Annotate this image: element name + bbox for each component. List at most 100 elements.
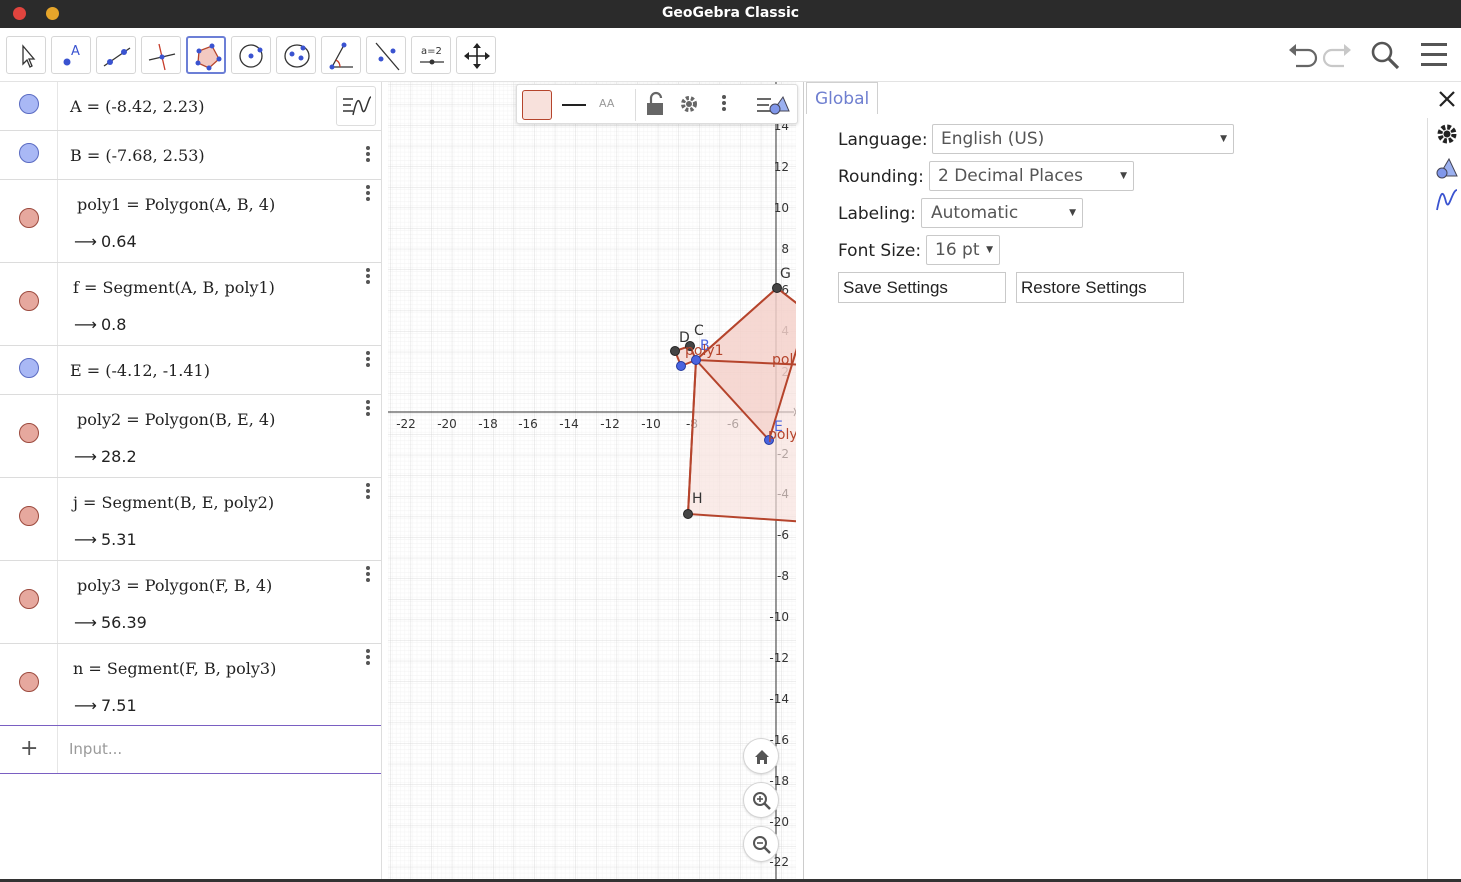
- point-D[interactable]: [670, 346, 680, 356]
- algebra-definition[interactable]: poly2 = Polygon(B, E, 4): [77, 410, 275, 429]
- input-placeholder[interactable]: Input...: [69, 740, 122, 758]
- labeling-value: Automatic: [931, 203, 1019, 223]
- algebra-row-A[interactable]: A = (-8.42, 2.23): [0, 82, 381, 131]
- algebra-row-f[interactable]: f = Segment(A, B, poly1) ⟶ 0.8: [0, 263, 381, 346]
- graphics-style-bar: AA: [516, 84, 798, 124]
- algebra-row-poly2[interactable]: poly2 = Polygon(B, E, 4) ⟶ 28.2: [0, 395, 381, 478]
- output-arrow-icon: ⟶: [74, 315, 97, 334]
- input-bar[interactable]: + Input...: [0, 725, 381, 774]
- zoom-out-button[interactable]: [743, 826, 779, 862]
- x-tick: -16: [518, 417, 538, 431]
- graphics-view[interactable]: -22 -20 -18 -16 -14 -12 -10 -8 -6 14 12 …: [388, 82, 796, 879]
- algebra-row-B[interactable]: B = (-7.68, 2.53): [0, 131, 381, 180]
- visibility-toggle-red[interactable]: [19, 291, 39, 311]
- unlock-icon[interactable]: [642, 91, 670, 119]
- polygon-tool-button[interactable]: [186, 36, 226, 74]
- visibility-toggle-blue[interactable]: [19, 358, 39, 378]
- move-tool-button[interactable]: [6, 36, 46, 74]
- algebra-style-toggle-button[interactable]: [336, 86, 376, 126]
- visibility-toggle-blue[interactable]: [19, 94, 39, 114]
- labeling-select[interactable]: Automatic ▼: [921, 198, 1083, 228]
- reflect-icon: [375, 42, 400, 71]
- visibility-toggle-blue[interactable]: [19, 143, 39, 163]
- more-options-icon[interactable]: [365, 267, 371, 287]
- zoom-in-button[interactable]: [743, 782, 779, 818]
- more-options-icon[interactable]: [365, 350, 371, 370]
- line-style-button[interactable]: [559, 90, 589, 120]
- y-tick: 8: [781, 242, 789, 256]
- rounding-select[interactable]: 2 Decimal Places ▼: [929, 161, 1134, 191]
- algebra-value: 5.31: [101, 530, 137, 549]
- settings-gear-icon[interactable]: [677, 91, 705, 119]
- visibility-toggle-red[interactable]: [19, 672, 39, 692]
- more-options-icon[interactable]: [365, 145, 371, 165]
- line-tool-button[interactable]: [96, 36, 136, 74]
- visibility-toggle-red[interactable]: [19, 208, 39, 228]
- more-options-icon[interactable]: [365, 648, 371, 668]
- y-tick: -14: [769, 692, 789, 706]
- more-options-icon[interactable]: [365, 565, 371, 585]
- move-graphics-tool-button[interactable]: [456, 36, 496, 74]
- svg-text:A: A: [71, 44, 80, 59]
- more-options-icon[interactable]: [365, 399, 371, 419]
- language-select[interactable]: English (US) ▼: [932, 124, 1234, 154]
- polygon-icon: [195, 43, 222, 71]
- algebra-row-E[interactable]: E = (-4.12, -1.41): [0, 346, 381, 395]
- settings-side-tabs: [1427, 118, 1461, 879]
- algebra-definition[interactable]: poly1 = Polygon(A, B, 4): [77, 195, 275, 214]
- output-arrow-icon: ⟶: [74, 447, 97, 466]
- tab-global[interactable]: Global: [806, 82, 879, 114]
- algebra-row-poly3[interactable]: poly3 = Polygon(F, B, 4) ⟶ 56.39: [0, 561, 381, 644]
- zoom-out-icon: [753, 836, 771, 854]
- language-value: English (US): [941, 129, 1045, 149]
- visibility-toggle-red[interactable]: [19, 423, 39, 443]
- menu-hamburger-icon[interactable]: [1419, 40, 1449, 70]
- angle-tool-button[interactable]: [321, 36, 361, 74]
- fill-color-button[interactable]: [522, 90, 552, 120]
- algebra-definition[interactable]: n = Segment(F, B, poly3): [73, 659, 276, 678]
- circle-tool-button[interactable]: [231, 36, 271, 74]
- label-style-button[interactable]: AA: [595, 90, 625, 120]
- algebra-row-n[interactable]: n = Segment(F, B, poly3) ⟶ 7.51: [0, 644, 381, 725]
- restore-settings-button[interactable]: Restore Settings: [1016, 272, 1184, 303]
- slider-tool-button[interactable]: a=2: [411, 36, 451, 74]
- undo-icon[interactable]: [1286, 40, 1318, 70]
- point-G[interactable]: [772, 283, 782, 293]
- reflect-tool-button[interactable]: [366, 36, 406, 74]
- home-button[interactable]: [743, 738, 779, 774]
- toggle-style-bar-icon[interactable]: [755, 91, 791, 119]
- graphics-canvas[interactable]: -22 -20 -18 -16 -14 -12 -10 -8 -6 14 12 …: [388, 82, 796, 879]
- settings-gear-icon[interactable]: [1435, 122, 1459, 146]
- algebra-settings-icon[interactable]: [1435, 188, 1459, 212]
- more-options-icon[interactable]: [365, 184, 371, 204]
- label-H: H: [692, 491, 703, 507]
- algebra-definition[interactable]: poly3 = Polygon(F, B, 4): [77, 576, 272, 595]
- more-options-icon[interactable]: [365, 482, 371, 502]
- y-tick: 12: [774, 160, 789, 174]
- redo-icon[interactable]: [1322, 40, 1354, 70]
- point-tool-button[interactable]: A: [51, 36, 91, 74]
- search-icon[interactable]: [1370, 40, 1402, 72]
- algebra-definition[interactable]: B = (-7.68, 2.53): [70, 146, 205, 165]
- algebra-value: 7.51: [101, 696, 137, 715]
- y-tick: -12: [769, 651, 789, 665]
- add-icon[interactable]: +: [20, 736, 38, 761]
- graphics-settings-icon[interactable]: [1435, 156, 1459, 180]
- algebra-row-poly1[interactable]: poly1 = Polygon(A, B, 4) ⟶ 0.64: [0, 180, 381, 263]
- algebra-row-j[interactable]: j = Segment(B, E, poly2) ⟶ 5.31: [0, 478, 381, 561]
- algebra-definition[interactable]: f = Segment(A, B, poly1): [73, 278, 275, 297]
- font-size-select[interactable]: 16 pt ▼: [926, 235, 1000, 265]
- algebra-definition[interactable]: j = Segment(B, E, poly2): [73, 493, 274, 512]
- save-settings-button[interactable]: Save Settings: [838, 272, 1006, 303]
- point-icon: A: [63, 44, 80, 66]
- close-icon[interactable]: [1438, 90, 1456, 108]
- point-A[interactable]: [676, 361, 686, 371]
- visibility-toggle-red[interactable]: [19, 506, 39, 526]
- algebra-definition[interactable]: E = (-4.12, -1.41): [70, 361, 210, 380]
- visibility-toggle-red[interactable]: [19, 589, 39, 609]
- more-options-icon[interactable]: [721, 94, 727, 114]
- perpendicular-line-tool-button[interactable]: [141, 36, 181, 74]
- point-H[interactable]: [683, 509, 693, 519]
- algebra-definition[interactable]: A = (-8.42, 2.23): [70, 97, 204, 116]
- ellipse-tool-button[interactable]: [276, 36, 316, 74]
